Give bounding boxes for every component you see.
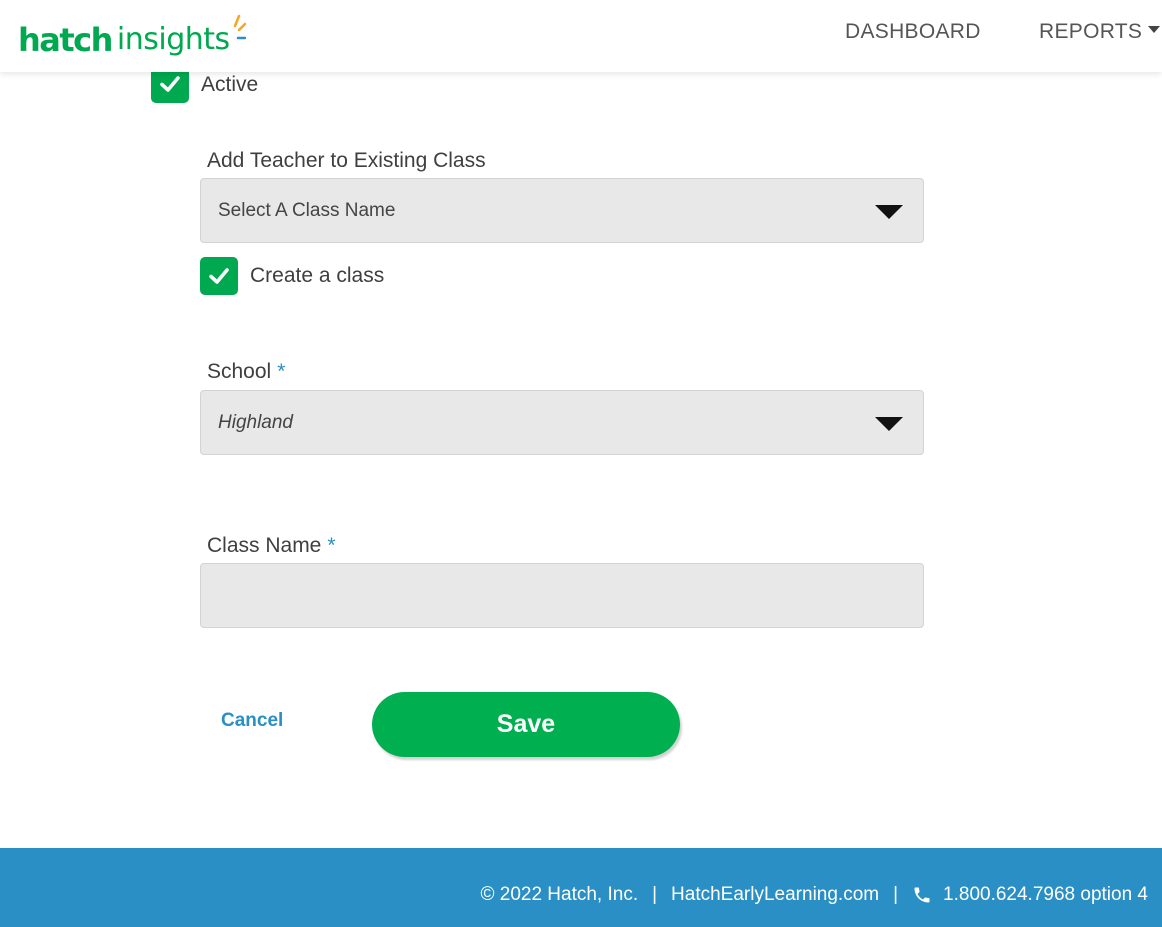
caret-down-icon (1148, 26, 1161, 33)
triangle-down-icon (875, 417, 903, 431)
required-asterisk: * (327, 534, 336, 557)
class-name-label: Class Name * (207, 534, 336, 558)
existing-class-label: Add Teacher to Existing Class (207, 149, 486, 172)
page-footer: © 2022 Hatch, Inc. | HatchEarlyLearning.… (0, 848, 1162, 927)
footer-separator: | (893, 884, 899, 905)
logo-insights-text: insights (116, 22, 230, 57)
existing-class-select[interactable]: Select A Class Name (200, 178, 924, 243)
create-class-checkbox[interactable] (200, 257, 238, 295)
create-class-label: Create a class (250, 264, 385, 287)
check-icon (160, 76, 180, 92)
footer-info: © 2022 Hatch, Inc. | HatchEarlyLearning.… (480, 884, 1148, 906)
triangle-down-icon (875, 205, 903, 219)
nav-reports-label: REPORTS (1039, 20, 1143, 43)
footer-separator: | (652, 884, 658, 905)
class-name-label-text: Class Name (207, 534, 322, 557)
check-icon (209, 268, 229, 284)
save-button-label: Save (496, 710, 556, 738)
logo-hatch-text: hatch (18, 21, 113, 59)
hatch-insights-logo[interactable]: hatch insights (18, 14, 246, 58)
nav-reports-dropdown[interactable]: REPORTS (1039, 20, 1161, 44)
top-navbar: hatch insights DASHBOARD REPORTS (0, 0, 1162, 72)
footer-phone[interactable]: 1.800.624.7968 option 4 (943, 884, 1148, 906)
school-label: School * (207, 360, 285, 384)
active-label: Active (201, 73, 259, 96)
school-label-text: School (207, 360, 272, 383)
class-name-input[interactable] (200, 563, 924, 628)
footer-copyright: © 2022 Hatch, Inc. (480, 884, 639, 905)
existing-class-placeholder: Select A Class Name (218, 200, 396, 221)
required-asterisk: * (277, 360, 286, 383)
phone-icon (914, 887, 930, 903)
school-select[interactable]: Highland (200, 390, 924, 455)
logo-spark-icon (233, 14, 246, 40)
footer-website-link[interactable]: HatchEarlyLearning.com (671, 884, 879, 906)
save-button[interactable]: Save (372, 692, 680, 757)
school-selected-value: Highland (218, 412, 293, 433)
nav-dashboard-link[interactable]: DASHBOARD (845, 20, 981, 44)
cancel-link[interactable]: Cancel (221, 710, 283, 732)
